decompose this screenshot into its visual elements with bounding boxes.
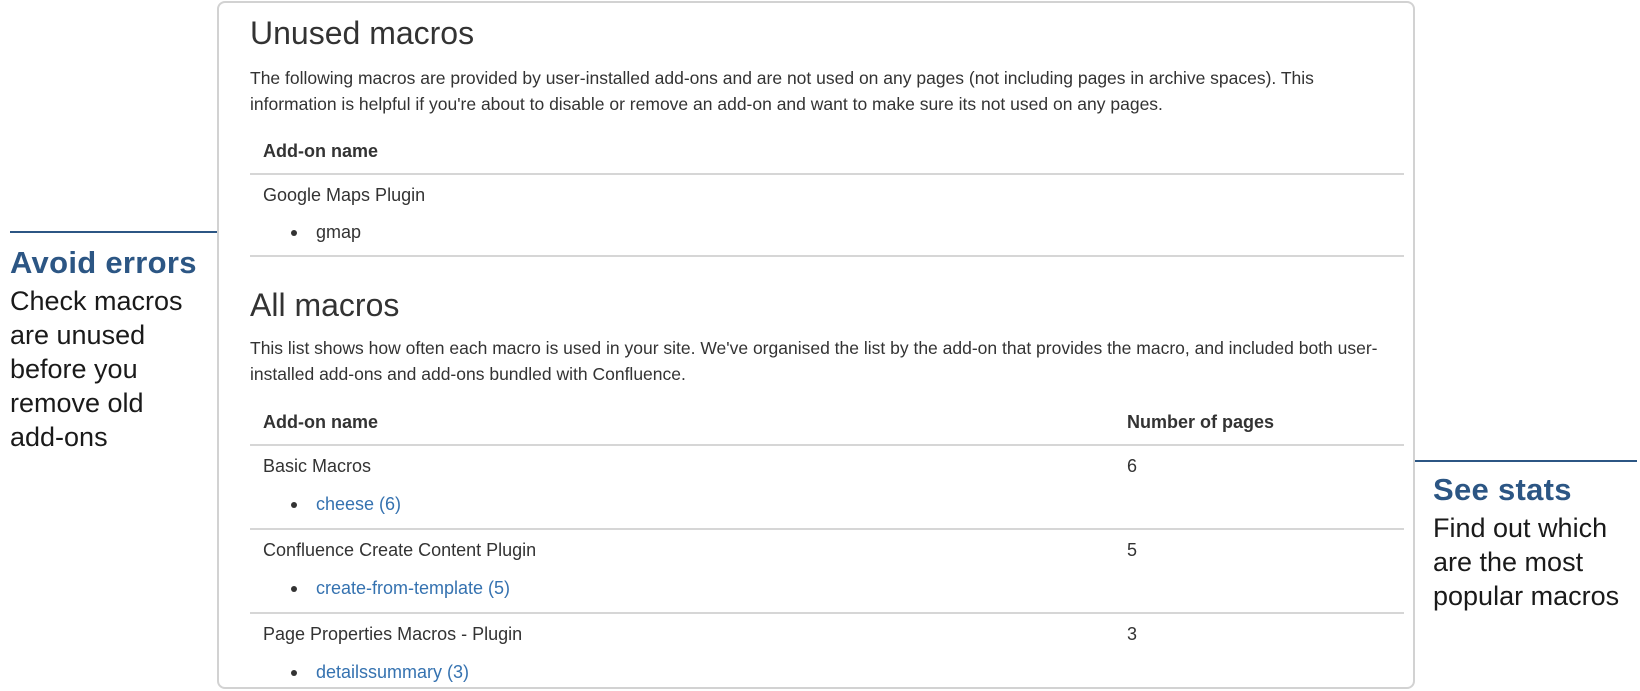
addon-name-basic-macros: Basic Macros — [263, 456, 372, 476]
addon-link-google-maps[interactable]: Google Maps Plugin — [263, 185, 425, 206]
unused-macros-title: Unused macros — [250, 15, 475, 51]
page-count-create-content: 5 — [1127, 540, 1138, 560]
left-callout-body: Check macros are unused before you remov… — [10, 286, 183, 452]
macro-list-item: create-from-template (5) — [291, 578, 510, 599]
unused-header-divider — [250, 173, 1404, 175]
bullet-icon — [291, 501, 297, 508]
unused-macros-description: The following macros are provided by use… — [250, 68, 1314, 114]
bullet-icon — [291, 229, 297, 236]
page-count-basic-macros: 6 — [1127, 456, 1138, 476]
macro-link-detailssummary[interactable]: detailssummary (3) — [316, 662, 469, 683]
unused-column-header-addon: Add-on name — [263, 141, 378, 161]
unused-macro-item: gmap — [291, 222, 361, 243]
right-callout-title: See stats — [1433, 472, 1572, 507]
page-count-page-properties: 3 — [1127, 624, 1138, 644]
left-callout-title: Avoid errors — [10, 245, 197, 280]
row-divider — [250, 612, 1404, 614]
row-divider — [250, 528, 1404, 530]
macro-link-create-from-template[interactable]: create-from-template (5) — [316, 578, 510, 599]
all-macros-description: This list shows how often each macro is … — [250, 338, 1378, 384]
bullet-icon — [291, 585, 297, 592]
bullet-icon — [291, 669, 297, 676]
macro-link-cheese[interactable]: cheese (6) — [316, 494, 401, 515]
all-macros-title: All macros — [250, 287, 400, 323]
unused-macro-name: gmap — [316, 222, 362, 242]
all-header-divider — [250, 444, 1404, 446]
macro-list-item: cheese (6) — [291, 494, 401, 515]
all-column-header-pages: Number of pages — [1127, 412, 1275, 432]
right-callout-body: Find out which are the most popular macr… — [1433, 513, 1620, 611]
addon-name-page-properties: Page Properties Macros - Plugin — [263, 624, 523, 644]
macro-usage-panel: Unused macros The following macros are p… — [217, 1, 1415, 689]
addon-name-create-content: Confluence Create Content Plugin — [263, 540, 537, 560]
all-column-header-addon: Add-on name — [263, 412, 378, 432]
macro-list-item: detailssummary (3) — [291, 662, 469, 683]
page-stage: Avoid errors Check macros are unused bef… — [0, 0, 1640, 691]
unused-section-divider — [250, 255, 1404, 257]
